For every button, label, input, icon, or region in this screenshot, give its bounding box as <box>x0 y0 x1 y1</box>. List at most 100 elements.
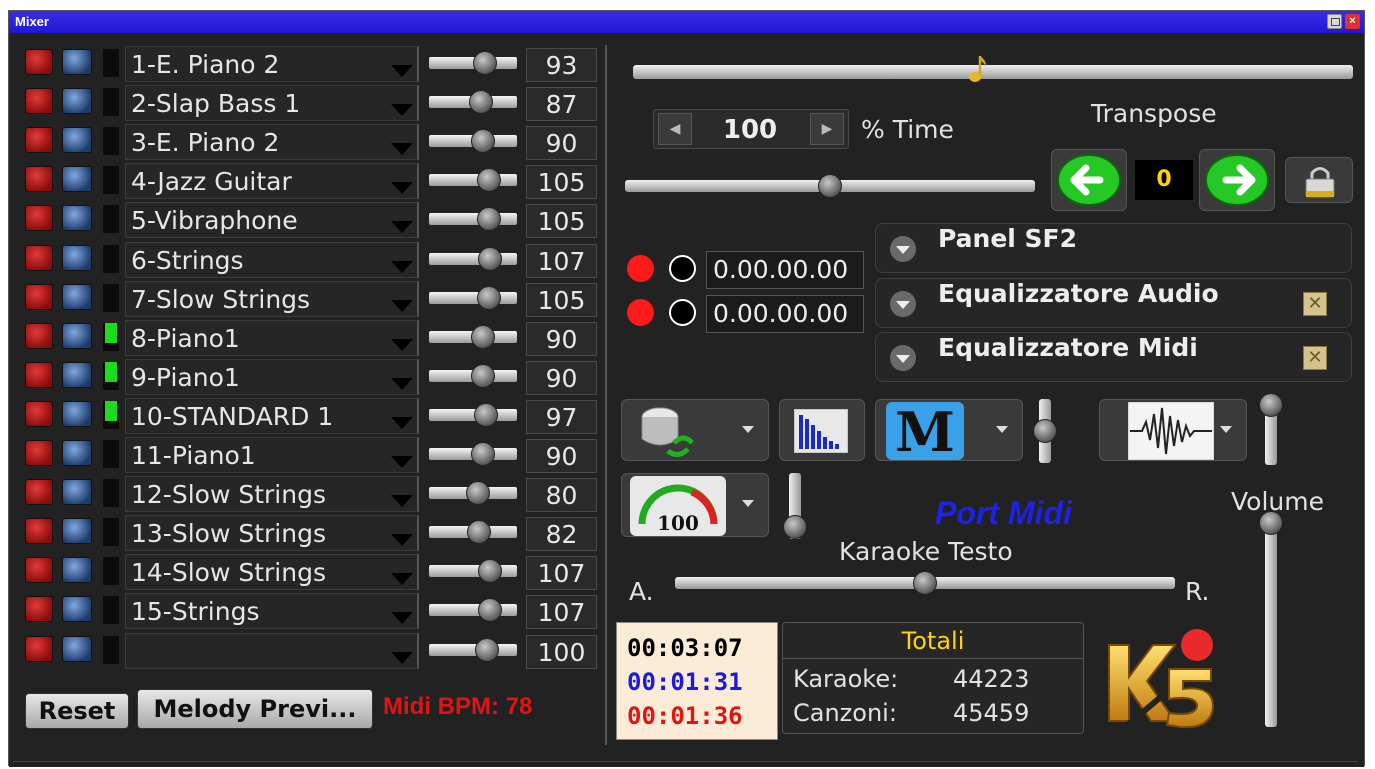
speedometer-button[interactable]: 100 <box>621 473 769 537</box>
music-note-icon[interactable] <box>968 55 989 85</box>
mute-icon[interactable] <box>25 635 53 662</box>
channel-volume-thumb[interactable] <box>470 442 495 466</box>
solo-icon[interactable] <box>62 166 92 193</box>
channel-volume-slider[interactable] <box>429 520 517 545</box>
channel-volume-thumb[interactable] <box>477 168 501 193</box>
channel-volume-thumb[interactable] <box>477 207 501 232</box>
midi-eq-checkbox[interactable]: ✕ <box>1303 346 1327 370</box>
channel-volume-thumb[interactable] <box>470 324 495 349</box>
mute-icon[interactable] <box>25 49 53 75</box>
aux-level-thumb[interactable] <box>1259 393 1283 417</box>
channel-volume-thumb[interactable] <box>470 363 495 388</box>
tempo-slider[interactable] <box>625 174 1035 198</box>
panel-midi-eq[interactable]: Equalizzatore Midi ✕ <box>875 332 1352 382</box>
instrument-select[interactable]: 11-Piano1 <box>125 437 419 473</box>
volume-slider-thumb[interactable] <box>1259 511 1283 535</box>
solo-icon[interactable] <box>62 400 92 427</box>
tempo-decrease-button[interactable]: ◀ <box>658 113 692 145</box>
channel-volume-slider[interactable] <box>429 598 517 623</box>
midi-level-slider[interactable] <box>1033 399 1057 463</box>
mute-icon[interactable] <box>25 244 53 271</box>
reset-button[interactable]: Reset <box>25 693 129 729</box>
tempo-spinbox[interactable]: ◀ 100 ▶ <box>653 109 849 149</box>
mute-icon[interactable] <box>25 479 53 506</box>
mute-icon[interactable] <box>25 596 53 623</box>
instrument-select[interactable]: 14-Slow Strings <box>125 554 419 591</box>
stop-button-1[interactable] <box>669 255 696 282</box>
channel-volume-slider[interactable] <box>429 90 517 115</box>
instrument-select[interactable]: 1-E. Piano 2 <box>125 46 419 82</box>
channel-volume-thumb[interactable] <box>470 129 495 154</box>
mute-icon[interactable] <box>25 322 53 349</box>
channel-volume-thumb[interactable] <box>467 520 492 545</box>
instrument-select[interactable]: 5-Vibraphone <box>125 202 419 239</box>
channel-volume-slider[interactable] <box>429 402 517 427</box>
solo-icon[interactable] <box>62 440 92 466</box>
channel-volume-slider[interactable] <box>429 442 517 466</box>
channel-volume-slider[interactable] <box>429 246 517 271</box>
mute-icon[interactable] <box>25 205 53 232</box>
channel-volume-slider[interactable] <box>429 324 517 349</box>
instrument-select[interactable]: 7-Slow Strings <box>125 280 419 317</box>
solo-icon[interactable] <box>62 283 92 310</box>
audio-eq-checkbox[interactable]: ✕ <box>1303 292 1327 316</box>
mute-icon[interactable] <box>25 88 53 115</box>
channel-volume-slider[interactable] <box>429 481 517 506</box>
instrument-select[interactable]: 13-Slow Strings <box>125 515 419 552</box>
stop-button-2[interactable] <box>669 299 696 326</box>
channel-volume-slider[interactable] <box>429 168 517 193</box>
channel-volume-thumb[interactable] <box>477 598 502 623</box>
close-button[interactable]: × <box>1345 14 1360 29</box>
solo-icon[interactable] <box>62 49 92 75</box>
karaoke-balance-slider[interactable] <box>675 571 1175 595</box>
channel-volume-thumb[interactable] <box>477 246 502 271</box>
solo-icon[interactable] <box>62 557 92 584</box>
solo-icon[interactable] <box>62 518 92 545</box>
channel-volume-thumb[interactable] <box>475 637 500 662</box>
mute-icon[interactable] <box>25 400 53 427</box>
mute-icon[interactable] <box>25 557 53 584</box>
channel-volume-thumb[interactable] <box>477 559 502 584</box>
solo-icon[interactable] <box>62 205 92 232</box>
instrument-select[interactable] <box>125 632 419 669</box>
transpose-lock-button[interactable] <box>1285 157 1353 203</box>
solo-icon[interactable] <box>62 635 92 662</box>
karaoke-balance-thumb[interactable] <box>913 571 937 595</box>
channel-volume-slider[interactable] <box>429 207 517 232</box>
solo-icon[interactable] <box>62 322 92 349</box>
channel-volume-slider[interactable] <box>429 363 517 388</box>
solo-icon[interactable] <box>62 88 92 115</box>
channel-volume-slider[interactable] <box>429 51 517 75</box>
melody-preview-button[interactable]: Melody Previ... <box>137 689 373 729</box>
solo-icon[interactable] <box>62 361 92 388</box>
solo-icon[interactable] <box>62 244 92 271</box>
channel-volume-thumb[interactable] <box>468 90 493 115</box>
solo-icon[interactable] <box>62 596 92 623</box>
tempo-slider-thumb[interactable] <box>818 174 842 198</box>
tempo-increase-button[interactable]: ▶ <box>810 113 844 145</box>
volume-slider[interactable] <box>1259 511 1283 727</box>
speed-slider-thumb[interactable] <box>783 515 807 539</box>
panel-sf2[interactable]: Panel SF2 <box>875 223 1352 273</box>
channel-volume-thumb[interactable] <box>473 402 498 427</box>
instrument-select[interactable]: 10-STANDARD 1 <box>125 397 419 434</box>
mute-icon[interactable] <box>25 361 53 388</box>
channel-volume-thumb[interactable] <box>472 51 497 75</box>
channel-volume-thumb[interactable] <box>466 481 491 506</box>
mute-icon[interactable] <box>25 127 53 154</box>
waveform-button[interactable] <box>1099 399 1247 461</box>
mute-icon[interactable] <box>25 440 53 466</box>
instrument-select[interactable]: 3-E. Piano 2 <box>125 124 419 161</box>
title-bar[interactable]: Mixer × <box>9 11 1364 33</box>
database-sync-button[interactable] <box>621 399 769 461</box>
channel-volume-slider[interactable] <box>429 637 517 662</box>
instrument-select[interactable]: 12-Slow Strings <box>125 476 419 513</box>
record-button-2[interactable] <box>627 299 654 326</box>
aux-level-slider[interactable] <box>1259 393 1283 465</box>
instrument-select[interactable]: 9-Piano1 <box>125 358 419 395</box>
transpose-up-button[interactable] <box>1199 149 1275 211</box>
mute-icon[interactable] <box>25 518 53 545</box>
record-button-1[interactable] <box>627 255 654 282</box>
instrument-select[interactable]: 15-Strings <box>125 593 419 630</box>
channel-volume-slider[interactable] <box>429 285 517 310</box>
